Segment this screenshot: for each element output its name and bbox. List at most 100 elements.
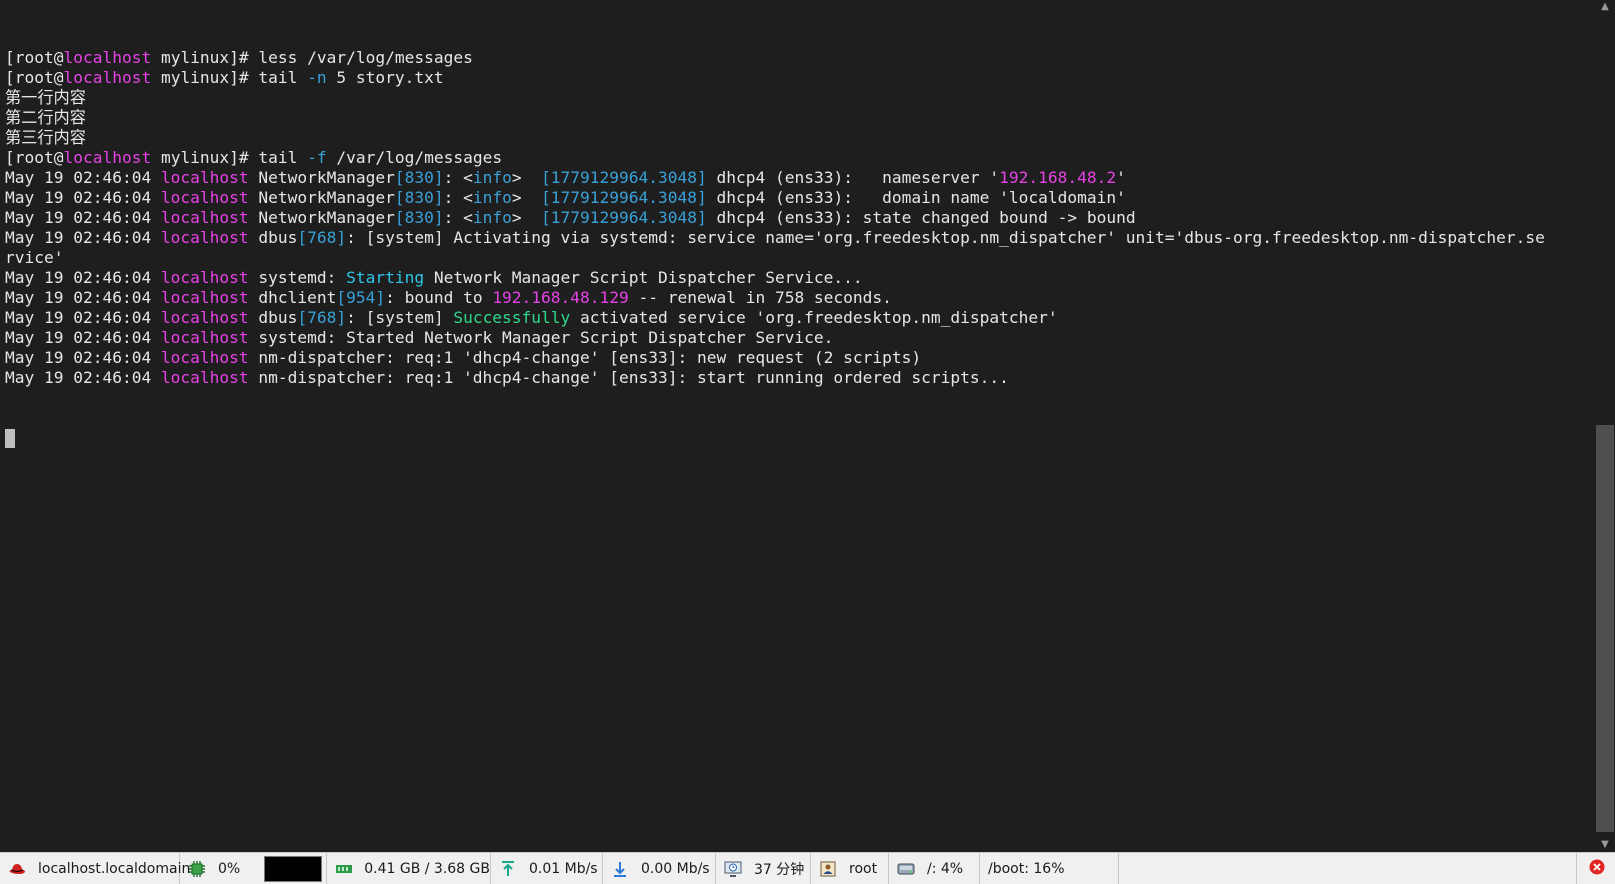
close-button[interactable]	[1576, 853, 1615, 884]
terminal-text: activated service 'org.freedesktop.nm_di…	[570, 308, 1058, 327]
terminal-text: localhost	[160, 328, 249, 347]
terminal-text: localhost	[63, 48, 152, 67]
terminal-line: May 19 02:46:04 localhost NetworkManager…	[5, 168, 1595, 188]
terminal-text: 第三行内容	[5, 128, 86, 147]
upload-arrow-icon	[499, 860, 517, 878]
terminal-text: rvice'	[5, 248, 64, 267]
terminal-text: NetworkManager	[248, 188, 395, 207]
status-download[interactable]: 0.00 Mb/s	[603, 853, 716, 884]
terminal-text: [830]	[394, 188, 444, 207]
terminal-text: 第一行内容	[5, 88, 86, 107]
cpu-chip-icon	[188, 860, 206, 878]
terminal-text: Starting	[346, 268, 425, 287]
terminal-line: May 19 02:46:04 localhost systemd: Start…	[5, 328, 1595, 348]
terminal-text: [1779129964.3048]	[541, 208, 707, 227]
memory-icon	[335, 860, 352, 878]
terminal-text: -- renewal in 758 seconds.	[628, 288, 892, 307]
terminal-text: May 19 02:46:04	[5, 208, 161, 227]
disk-boot-value: /boot: 16%	[988, 860, 1065, 877]
terminal-text: : [system]	[346, 308, 454, 327]
terminal-lines: [root@localhost mylinux]# less /var/log/…	[5, 48, 1595, 388]
terminal-text: 192.168.48.129	[492, 288, 629, 307]
terminal-line: May 19 02:46:04 localhost dbus[768]: [sy…	[5, 228, 1595, 248]
terminal-text: [1779129964.3048]	[541, 188, 707, 207]
terminal-text: localhost	[160, 308, 249, 327]
download-arrow-icon	[611, 860, 629, 878]
download-value: 0.00 Mb/s	[641, 860, 710, 877]
terminal-text: [root@	[5, 68, 64, 87]
status-disk-boot[interactable]: /boot: 16%	[980, 853, 1119, 884]
scroll-up-icon[interactable]: ▲	[1595, 0, 1615, 14]
terminal-text: [830]	[394, 168, 444, 187]
status-uptime[interactable]: 37 分钟	[716, 853, 811, 884]
terminal-text: localhost	[63, 68, 152, 87]
scrollbar-thumb[interactable]	[1596, 425, 1614, 832]
terminal-text: dhcp4 (ens33): state changed bound -> bo…	[706, 208, 1136, 227]
terminal-text: Network Manager Script Dispatcher Servic…	[424, 268, 863, 287]
terminal-text: 192.168.48.2	[999, 168, 1117, 187]
terminal-text: [830]	[394, 208, 444, 227]
terminal-text: dbus	[248, 228, 298, 247]
terminal-text: May 19 02:46:04	[5, 348, 161, 367]
terminal-text: mylinux]# less /var/log/messages	[151, 48, 473, 67]
terminal-text: localhost	[160, 348, 249, 367]
terminal-line: rvice'	[5, 248, 1595, 268]
terminal-text: May 19 02:46:04	[5, 288, 161, 307]
terminal-text: May 19 02:46:04	[5, 188, 161, 207]
terminal-text: >	[511, 208, 542, 227]
terminal-line: [root@localhost mylinux]# tail -n 5 stor…	[5, 68, 1595, 88]
terminal-line: May 19 02:46:04 localhost nm-dispatcher:…	[5, 348, 1595, 368]
terminal-text: info	[472, 188, 512, 207]
terminal-text: [1779129964.3048]	[541, 168, 707, 187]
terminal-cursor	[5, 429, 15, 448]
terminal-line: May 19 02:46:04 localhost NetworkManager…	[5, 208, 1595, 228]
terminal-text: localhost	[160, 368, 249, 387]
status-memory[interactable]: 0.41 GB / 3.68 GB	[327, 853, 491, 884]
terminal-text: localhost	[160, 188, 249, 207]
monitor-clock-icon	[724, 860, 742, 878]
status-host[interactable]: localhost.localdomain	[0, 853, 190, 884]
terminal-text: >	[511, 168, 542, 187]
terminal-text: -n	[307, 68, 327, 87]
terminal-text: [root@	[5, 48, 64, 67]
terminal-text: NetworkManager	[248, 208, 395, 227]
redhat-icon	[8, 860, 26, 878]
status-disk-root[interactable]: /: 4%	[889, 853, 980, 884]
terminal-text: localhost	[160, 168, 249, 187]
status-user[interactable]: root	[811, 853, 889, 884]
terminal-text: Successfully	[453, 308, 571, 327]
user-value: root	[849, 860, 878, 877]
status-bar: localhost.localdomain 0% 0.41 GB / 3.68 …	[0, 852, 1615, 884]
terminal-text: localhost	[160, 288, 249, 307]
terminal-line: May 19 02:46:04 localhost NetworkManager…	[5, 188, 1595, 208]
uptime-value: 37 分钟	[754, 861, 805, 878]
cpu-value: 0%	[218, 860, 241, 877]
terminal-text: dbus	[248, 308, 298, 327]
terminal-text: [954]	[336, 288, 386, 307]
terminal-text: : bound to	[385, 288, 493, 307]
user-icon	[819, 860, 837, 878]
terminal-text: [768]	[297, 228, 347, 247]
terminal-line: May 19 02:46:04 localhost dbus[768]: [sy…	[5, 308, 1595, 328]
terminal-text: May 19 02:46:04	[5, 368, 161, 387]
terminal-line: May 19 02:46:04 localhost nm-dispatcher:…	[5, 368, 1595, 388]
terminal-text: : [system] Activating via systemd: servi…	[346, 228, 1545, 247]
terminal-scrollbar[interactable]: ▲ ▼	[1595, 0, 1615, 852]
terminal-text: dhcp4 (ens33): nameserver '	[706, 168, 1000, 187]
terminal-text: May 19 02:46:04	[5, 308, 161, 327]
terminal-text: dhclient	[248, 288, 337, 307]
terminal-text: localhost	[160, 268, 249, 287]
status-upload[interactable]: 0.01 Mb/s	[491, 853, 603, 884]
terminal-text: info	[472, 208, 512, 227]
status-cpu[interactable]: 0%	[180, 853, 327, 884]
terminal-text: mylinux]# tail	[151, 148, 308, 167]
terminal-text: NetworkManager	[248, 168, 395, 187]
close-icon	[1589, 859, 1605, 879]
terminal-text: dhcp4 (ens33): domain name 'localdomain'	[706, 188, 1126, 207]
terminal-text: [768]	[297, 308, 347, 327]
host-name: localhost.localdomain	[38, 860, 191, 877]
terminal-output[interactable]: [root@localhost mylinux]# less /var/log/…	[0, 0, 1595, 852]
terminal-line: [root@localhost mylinux]# less /var/log/…	[5, 48, 1595, 68]
scroll-down-icon[interactable]: ▼	[1595, 838, 1615, 852]
terminal-text: May 19 02:46:04	[5, 228, 161, 247]
